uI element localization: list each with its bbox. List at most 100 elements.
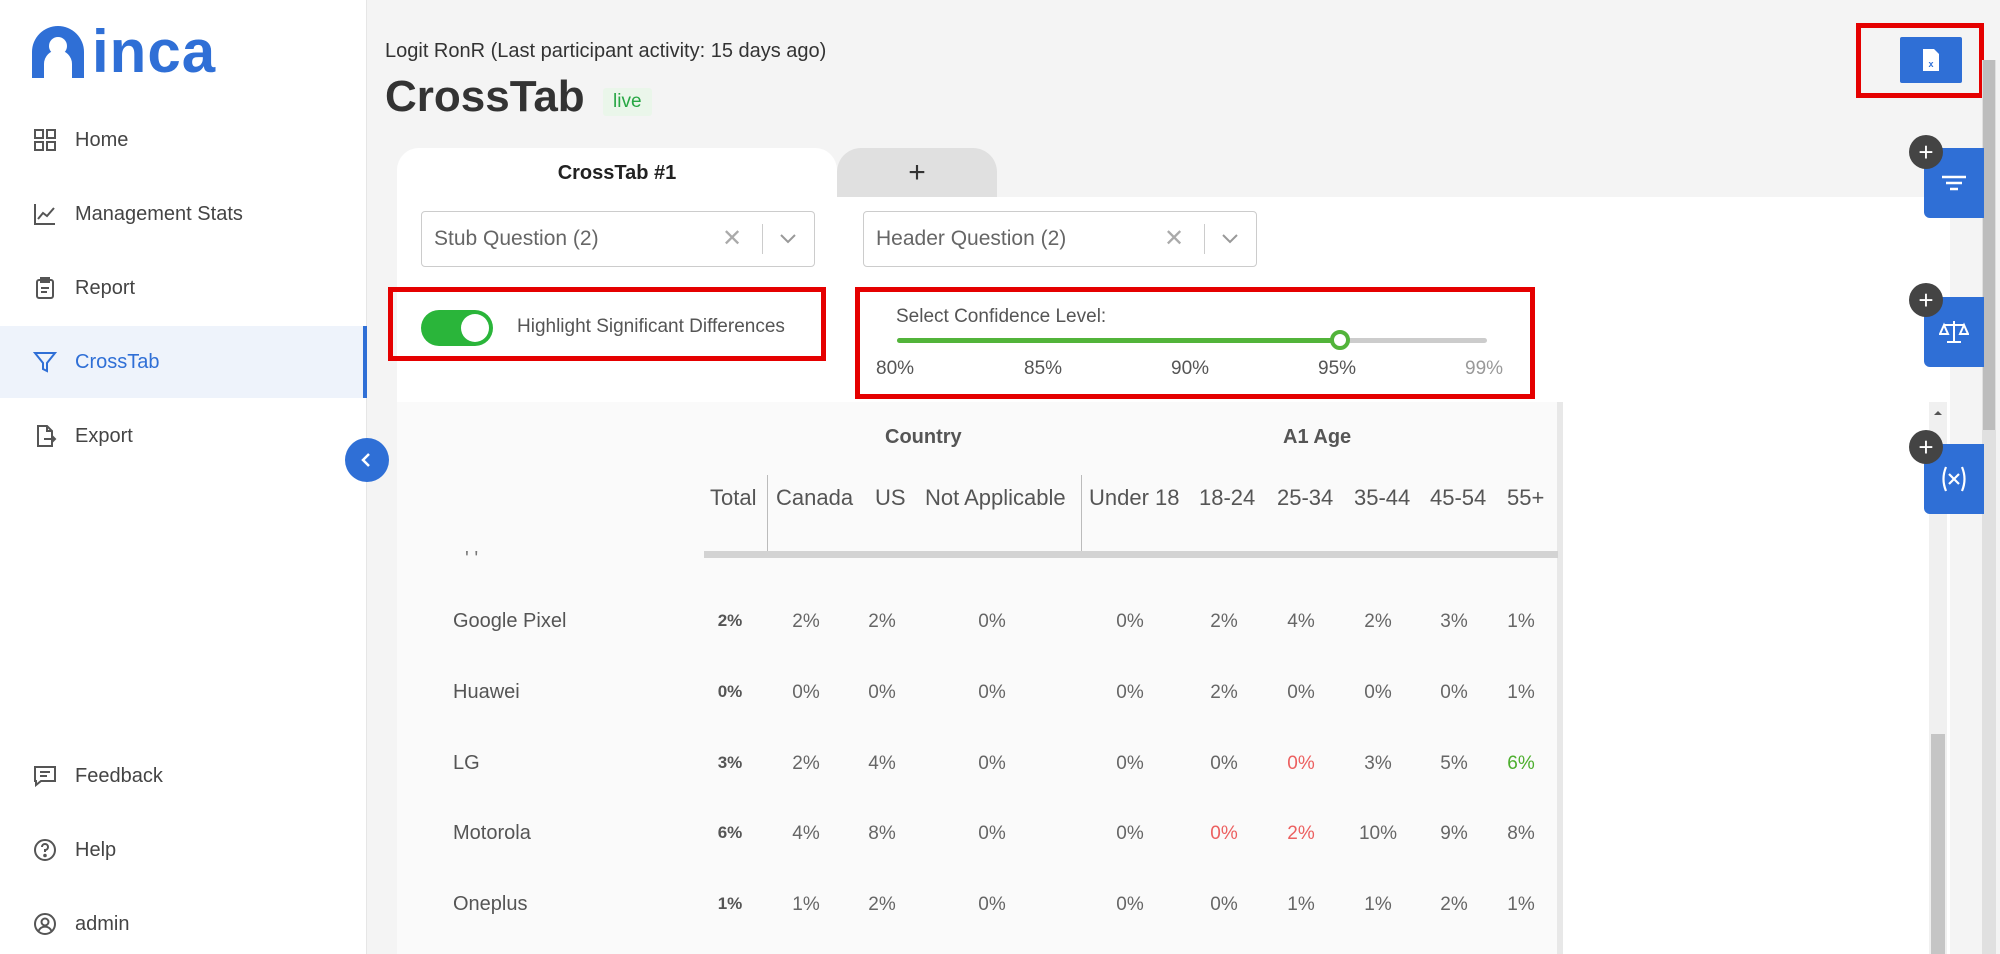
clear-icon[interactable]: ✕ xyxy=(1164,224,1184,253)
svg-text:x: x xyxy=(1928,59,1933,69)
table-cell: 0% xyxy=(1287,682,1315,703)
stub-question-value: Stub Question (2) xyxy=(434,227,599,250)
nav-export[interactable]: Export xyxy=(0,400,367,472)
select-separator xyxy=(1204,224,1205,254)
nav-feedback[interactable]: Feedback xyxy=(0,740,367,812)
group-header-country: Country xyxy=(885,426,962,448)
table-cell: 3% xyxy=(1364,753,1392,774)
table-cell: 4% xyxy=(1287,611,1315,632)
table-cell: 8% xyxy=(1507,823,1535,844)
table-cell: 0% xyxy=(1364,682,1392,703)
export-excel-button[interactable]: x xyxy=(1900,37,1962,83)
row-label: LG xyxy=(453,752,480,774)
excel-file-icon: x xyxy=(1923,49,1939,71)
nav-help[interactable]: Help xyxy=(0,814,367,886)
row-label: Huawei xyxy=(453,681,520,703)
scrollbar-thumb[interactable] xyxy=(1931,734,1945,954)
tab-crosstab-1[interactable]: CrossTab #1 xyxy=(397,148,837,202)
clear-icon[interactable]: ✕ xyxy=(722,224,742,253)
nav-report[interactable]: Report xyxy=(0,252,367,324)
nav-label: Export xyxy=(75,424,133,447)
column-header: US xyxy=(875,485,906,510)
logo[interactable]: inca xyxy=(30,18,217,85)
header-divider xyxy=(704,551,1558,558)
table-cell: 0% xyxy=(792,682,820,703)
column-header: Under 18 xyxy=(1089,485,1180,510)
export-file-icon xyxy=(32,423,58,449)
scale-icon xyxy=(1939,321,1969,343)
page-title: CrossTab xyxy=(385,72,585,121)
column-header: Not Applicable xyxy=(925,485,1066,510)
column-header: 45-54 xyxy=(1430,485,1487,510)
total-cell: 1% xyxy=(717,894,743,913)
table-cell: 1% xyxy=(1507,894,1535,915)
tab-label: CrossTab #1 xyxy=(557,162,677,184)
table-cell: 0% xyxy=(1116,894,1144,915)
table-cell: 1% xyxy=(1287,894,1315,915)
table-cell: 2% xyxy=(1440,894,1468,915)
user-icon xyxy=(32,911,58,937)
table-cell: 2% xyxy=(1210,611,1238,632)
total-cell: 0% xyxy=(717,682,743,701)
table-cell: 4% xyxy=(868,753,896,774)
table-cell: 1% xyxy=(1364,894,1392,915)
activity-text: Logit RonR (Last participant activity: 1… xyxy=(385,40,827,62)
chevron-down-icon[interactable] xyxy=(778,226,798,256)
annotation-box xyxy=(388,287,826,361)
select-separator xyxy=(762,224,763,254)
page-scrollbar[interactable] xyxy=(1982,60,1996,954)
table-cell: 0% xyxy=(1210,894,1238,915)
help-icon xyxy=(32,837,58,863)
table-cell: 0% xyxy=(978,611,1006,632)
feedback-icon xyxy=(32,763,58,789)
filter-lines-icon xyxy=(1942,175,1966,191)
grid-icon xyxy=(32,127,58,153)
table-cell: 0% xyxy=(868,682,896,703)
add-weighting-button[interactable]: + xyxy=(1909,283,1943,317)
partial-row-label: ' ' xyxy=(465,548,479,570)
table-cell: 1% xyxy=(1507,611,1535,632)
scrollbar-thumb[interactable] xyxy=(1983,60,1995,430)
table-cell: 2% xyxy=(1210,682,1238,703)
table-cell: 0% xyxy=(1210,823,1238,844)
table-cell: 1% xyxy=(1507,682,1535,703)
nav-management-stats[interactable]: Management Stats xyxy=(0,178,367,250)
header-question-select[interactable]: Header Question (2) ✕ xyxy=(863,211,1257,267)
nav-crosstab[interactable]: CrossTab xyxy=(0,326,367,398)
nav-home[interactable]: Home xyxy=(0,104,367,176)
header-question-value: Header Question (2) xyxy=(876,227,1067,250)
group-header-age: A1 Age xyxy=(1283,426,1352,448)
table-cell: 0% xyxy=(1116,823,1144,844)
table-cell: 10% xyxy=(1358,823,1398,844)
logo-text: inca xyxy=(92,18,217,85)
inca-logo-icon xyxy=(30,24,86,80)
table-cell: 0% xyxy=(978,753,1006,774)
table-cell: 2% xyxy=(1364,611,1392,632)
column-separator xyxy=(1081,475,1082,555)
filter-icon xyxy=(32,349,58,375)
column-header: Total xyxy=(710,485,757,510)
table-cell: 0% xyxy=(978,682,1006,703)
table-cell: 1% xyxy=(792,894,820,915)
table-cell: 6% xyxy=(1507,753,1535,774)
row-label: Google Pixel xyxy=(453,610,567,632)
status-badge: live xyxy=(603,88,652,116)
column-header: 35-44 xyxy=(1354,485,1411,510)
stub-question-select[interactable]: Stub Question (2) ✕ xyxy=(421,211,815,267)
row-label: Oneplus xyxy=(453,893,528,915)
table-cell: 8% xyxy=(868,823,896,844)
add-variable-button[interactable]: + xyxy=(1909,430,1943,464)
add-tab-button[interactable]: + xyxy=(837,148,997,198)
total-cell: 6% xyxy=(717,823,743,842)
scroll-up-icon[interactable] xyxy=(1929,406,1947,420)
table-cell: 4% xyxy=(792,823,820,844)
nav-admin[interactable]: admin xyxy=(0,888,367,954)
chevron-down-icon[interactable] xyxy=(1220,226,1240,256)
table-cell: 2% xyxy=(792,753,820,774)
add-filter-button[interactable]: + xyxy=(1909,135,1943,169)
row-label: Motorola xyxy=(453,822,531,844)
table-edge xyxy=(1557,402,1563,954)
table-cell: 2% xyxy=(868,894,896,915)
table-cell: 0% xyxy=(1116,682,1144,703)
column-header: 55+ xyxy=(1507,485,1545,510)
